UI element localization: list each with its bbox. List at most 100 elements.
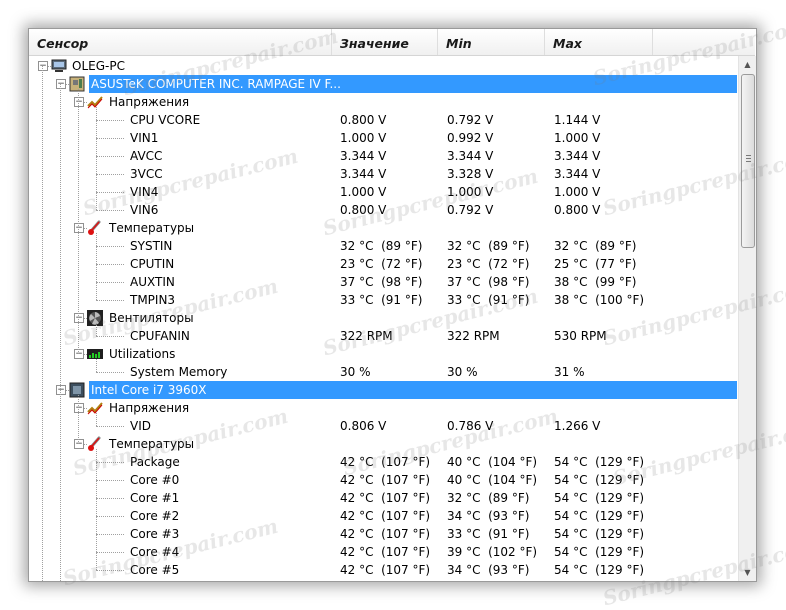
- tree-node-row[interactable]: − Напряжения: [29, 93, 738, 111]
- sensor-row[interactable]: 3VCC 3.344 V 3.328 V 3.344 V: [29, 165, 738, 183]
- sensor-row[interactable]: VIN6 0.800 V 0.792 V 0.800 V: [29, 201, 738, 219]
- sensor-value: 32 °C (89 °F): [340, 239, 423, 253]
- tree-connector: [96, 107, 97, 210]
- sensor-max: 1.144 V: [554, 113, 601, 127]
- collapse-toggle-icon[interactable]: −: [74, 313, 84, 323]
- column-header-min[interactable]: Min: [438, 29, 545, 55]
- column-header-sensor[interactable]: Сенсор: [29, 29, 332, 55]
- scroll-down-arrow-icon[interactable]: ▼: [739, 564, 756, 581]
- sensor-row[interactable]: AUXTIN 37 °C (98 °F) 37 °C (98 °F) 38 °C (9…: [29, 273, 738, 291]
- sensor-max: 3.344 V: [554, 149, 601, 163]
- column-header-max[interactable]: Max: [545, 29, 653, 55]
- sensor-name: AUXTIN: [130, 275, 175, 289]
- sensor-name: AVCC: [130, 149, 163, 163]
- sensor-row[interactable]: VIN4 1.000 V 1.000 V 1.000 V: [29, 183, 738, 201]
- sensor-name: Core #3: [130, 527, 180, 541]
- sensor-max: 38 °C (99 °F): [554, 275, 637, 289]
- sensor-row[interactable]: AVCC 3.344 V 3.344 V 3.344 V: [29, 147, 738, 165]
- sensor-row[interactable]: Package 42 °C (107 °F) 40 °C (104 °F) 54 °C…: [29, 453, 738, 471]
- sensor-value: 0.806 V: [340, 419, 387, 433]
- tree-connector: [96, 138, 124, 139]
- sensor-max: 54 °C (129 °F): [554, 509, 645, 523]
- computer-icon: [51, 58, 67, 74]
- tree-connector: [96, 120, 124, 121]
- tree-node-row[interactable]: − ASUSTeK COMPUTER INC. RAMPAGE IV F...: [29, 75, 738, 93]
- sensor-row[interactable]: System Memory 30 % 30 % 31 %: [29, 363, 738, 381]
- collapse-toggle-icon[interactable]: −: [56, 79, 66, 89]
- sensor-row[interactable]: SYSTIN 32 °C (89 °F) 32 °C (89 °F) 32 °C (8…: [29, 237, 738, 255]
- tree-node-row[interactable]: − Температуры: [29, 435, 738, 453]
- sensor-max: 54 °C (129 °F): [554, 491, 645, 505]
- sensor-name: CPUFANIN: [130, 329, 190, 343]
- sensor-min: 322 RPM: [447, 329, 500, 343]
- sensor-value: 3.344 V: [340, 167, 387, 181]
- tree-node-row[interactable]: − Температуры: [29, 219, 738, 237]
- column-header: Сенсор Значение Min Max: [29, 29, 755, 56]
- collapse-toggle-icon[interactable]: −: [74, 403, 84, 413]
- sensor-max: 54 °C (129 °F): [554, 473, 645, 487]
- column-header-value[interactable]: Значение: [332, 29, 438, 55]
- cpu-icon: [69, 382, 85, 398]
- sensor-min: 0.792 V: [447, 113, 494, 127]
- sensor-min: 34 °C (93 °F): [447, 563, 530, 577]
- sensor-row[interactable]: Core #1 42 °C (107 °F) 32 °C (89 °F) 54 °C …: [29, 489, 738, 507]
- sensor-row[interactable]: CPU VCORE 0.800 V 0.792 V 1.144 V: [29, 111, 738, 129]
- voltage-icon: [87, 94, 103, 110]
- tree-node-label: Напряжения: [109, 95, 190, 109]
- sensor-value: 42 °C (107 °F): [340, 455, 431, 469]
- sensor-name: VIN1: [130, 131, 159, 145]
- vertical-scrollbar[interactable]: ▲ ▼: [738, 56, 756, 581]
- sensor-name: 3VCC: [130, 167, 163, 181]
- sensor-max: 38 °C (100 °F): [554, 293, 645, 307]
- sensor-min: 23 °C (72 °F): [447, 257, 530, 271]
- sensor-row[interactable]: CPUTIN 23 °C (72 °F) 23 °C (72 °F) 25 °C (7…: [29, 255, 738, 273]
- sensor-min: 3.328 V: [447, 167, 494, 181]
- tree-connector: [42, 66, 43, 581]
- tree-node-row[interactable]: − Вентиляторы: [29, 309, 738, 327]
- sensor-name: Core #1: [130, 491, 180, 505]
- sensor-row[interactable]: TMPIN3 33 °C (91 °F) 33 °C (91 °F) 38 °C (1…: [29, 291, 738, 309]
- tree-connector: [96, 233, 97, 300]
- tree-connector: [96, 480, 124, 481]
- sensor-name: Core #2: [130, 509, 180, 523]
- tree-connector: [78, 395, 79, 444]
- collapse-toggle-icon[interactable]: −: [74, 349, 84, 359]
- sensor-min: 33 °C (91 °F): [447, 527, 530, 541]
- sensor-row[interactable]: VID 0.806 V 0.786 V 1.266 V: [29, 417, 738, 435]
- sensor-row[interactable]: Core #2 42 °C (107 °F) 34 °C (93 °F) 54 °C …: [29, 507, 738, 525]
- tree-node-row[interactable]: − Utilizations: [29, 345, 738, 363]
- collapse-toggle-icon[interactable]: −: [38, 61, 48, 71]
- collapse-toggle-icon[interactable]: −: [74, 97, 84, 107]
- tree-node-row[interactable]: − OLEG-PC: [29, 57, 738, 75]
- sensor-name: SYSTIN: [130, 239, 173, 253]
- sensor-row[interactable]: Core #4 42 °C (107 °F) 39 °C (102 °F) 54 °C…: [29, 543, 738, 561]
- sensor-value: 0.800 V: [340, 113, 387, 127]
- sensor-min: 33 °C (91 °F): [447, 293, 530, 307]
- collapse-toggle-icon[interactable]: −: [74, 439, 84, 449]
- tree-node-row[interactable]: − Напряжения: [29, 399, 738, 417]
- tree-connector: [96, 192, 124, 193]
- sensor-name: Package: [130, 455, 180, 469]
- scroll-up-arrow-icon[interactable]: ▲: [739, 56, 756, 73]
- tree-connector: [96, 534, 124, 535]
- tree-connector: [96, 336, 124, 337]
- tree-connector: [96, 246, 124, 247]
- sensor-row[interactable]: Core #0 42 °C (107 °F) 40 °C (104 °F) 54 °C…: [29, 471, 738, 489]
- sensor-row[interactable]: CPUFANIN 322 RPM 322 RPM 530 RPM: [29, 327, 738, 345]
- sensor-row[interactable]: Core #3 42 °C (107 °F) 33 °C (91 °F) 54 °C …: [29, 525, 738, 543]
- sensor-value: 1.000 V: [340, 131, 387, 145]
- sensor-min: 40 °C (104 °F): [447, 473, 538, 487]
- collapse-toggle-icon[interactable]: −: [56, 385, 66, 395]
- tree-connector: [96, 323, 97, 336]
- sensor-value: 42 °C (107 °F): [340, 563, 431, 577]
- tree-node-label: Температуры: [109, 221, 195, 235]
- sensor-row[interactable]: Core #5 42 °C (107 °F) 34 °C (93 °F) 54 °C …: [29, 561, 738, 579]
- voltage-icon: [87, 400, 103, 416]
- tree-connector: [96, 413, 97, 426]
- sensor-max: 1.000 V: [554, 185, 601, 199]
- tree-node-label: Utilizations: [109, 347, 176, 361]
- scrollbar-thumb[interactable]: [741, 74, 755, 248]
- collapse-toggle-icon[interactable]: −: [74, 223, 84, 233]
- sensor-row[interactable]: VIN1 1.000 V 0.992 V 1.000 V: [29, 129, 738, 147]
- tree-node-row[interactable]: − Intel Core i7 3960X: [29, 381, 738, 399]
